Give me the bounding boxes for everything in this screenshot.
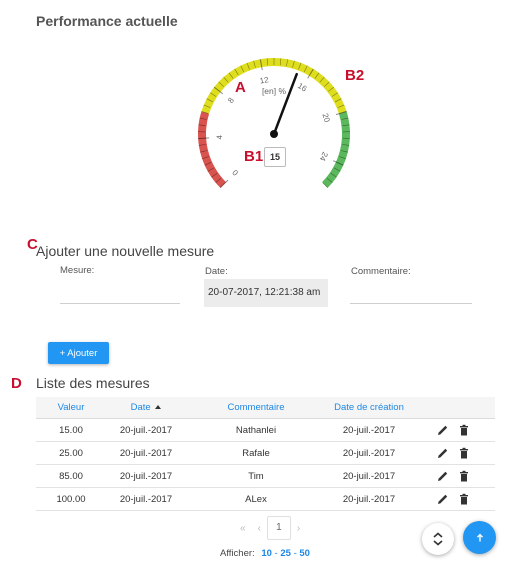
page-size-25[interactable]: 25 <box>280 548 291 559</box>
table-header-row: Valeur Date Commentaire Date de création <box>36 397 495 419</box>
marker-b1: B1 <box>244 148 264 165</box>
cell-date: 20-juil.-2017 <box>106 487 186 511</box>
table-row: 85.00 20-juil.-2017 Tim 20-juil.-2017 <box>36 464 495 488</box>
column-date[interactable]: Date <box>106 397 186 419</box>
scroll-top-button[interactable] <box>463 521 496 554</box>
marker-b2: B2 <box>345 67 365 84</box>
edit-icon[interactable] <box>437 424 449 436</box>
pagination-prev[interactable]: ‹ <box>258 523 261 534</box>
gauge-tick-label: 20 <box>320 112 331 124</box>
cell-actions <box>412 441 495 465</box>
cell-date: 20-juil.-2017 <box>106 418 186 442</box>
commentaire-input[interactable] <box>350 284 472 304</box>
cell-date-creation: 20-juil.-2017 <box>326 464 412 488</box>
page-size-selector: Afficher: 10 - 25 - 50 <box>220 548 310 559</box>
column-date-label: Date <box>130 402 151 413</box>
delete-icon[interactable] <box>458 493 470 505</box>
performance-title: Performance actuelle <box>36 13 178 29</box>
gauge-value-box: 15 <box>264 147 286 167</box>
delete-icon[interactable] <box>458 470 470 482</box>
gauge-tick-label: 24 <box>318 150 330 162</box>
delete-icon[interactable] <box>458 424 470 436</box>
cell-date: 20-juil.-2017 <box>106 464 186 488</box>
cell-actions <box>412 464 495 488</box>
edit-icon[interactable] <box>437 493 449 505</box>
gauge-tick <box>198 137 210 140</box>
marker-a: A <box>235 79 246 96</box>
gauge-ticks <box>198 58 350 189</box>
cell-actions <box>412 487 495 511</box>
cell-actions <box>412 418 495 442</box>
commentaire-label: Commentaire: <box>351 266 411 277</box>
cell-valeur: 85.00 <box>36 464 106 488</box>
chevron-up-down-icon <box>433 532 443 546</box>
cell-date-creation: 20-juil.-2017 <box>326 418 412 442</box>
page-size-50[interactable]: 50 <box>299 548 310 559</box>
gauge-tick-label: 8 <box>226 95 236 104</box>
delete-icon[interactable] <box>458 447 470 459</box>
gauge-needle <box>272 72 298 136</box>
pagination-page-1[interactable]: 1 <box>266 516 291 540</box>
gauge-unit-label: [en] % <box>262 86 287 96</box>
cell-commentaire: Tim <box>186 464 326 488</box>
column-commentaire[interactable]: Commentaire <box>186 397 326 419</box>
gauge-tick-label: 0 <box>230 167 240 177</box>
cell-valeur: 100.00 <box>36 487 106 511</box>
list-title: Liste des mesures <box>36 375 150 391</box>
gauge-zones <box>198 57 350 188</box>
gauge-zone-2 <box>322 111 350 188</box>
pagination: « ‹ 1 › <box>240 516 330 540</box>
form-title: Ajouter une nouvelle mesure <box>36 243 215 259</box>
cell-valeur: 25.00 <box>36 441 106 465</box>
date-label: Date: <box>205 266 228 277</box>
table-row: 25.00 20-juil.-2017 Rafale 20-juil.-2017 <box>36 441 495 465</box>
arrow-up-icon <box>476 533 483 541</box>
cell-commentaire: Rafale <box>186 441 326 465</box>
edit-icon[interactable] <box>437 470 449 482</box>
pagination-next[interactable]: › <box>297 523 300 534</box>
cell-commentaire: Nathanlei <box>186 418 326 442</box>
mesure-label: Mesure: <box>60 265 95 276</box>
edit-icon[interactable] <box>437 447 449 459</box>
table-row: 15.00 20-juil.-2017 Nathanlei 20-juil.-2… <box>36 418 495 442</box>
gauge-tick-label: 16 <box>296 81 309 94</box>
cell-date: 20-juil.-2017 <box>106 441 186 465</box>
column-valeur[interactable]: Valeur <box>36 397 106 419</box>
page-size-separator: - <box>293 548 297 559</box>
gauge-tick-label: 12 <box>259 75 270 86</box>
gauge-value: 15 <box>269 152 280 162</box>
cell-valeur: 15.00 <box>36 418 106 442</box>
cell-date-creation: 20-juil.-2017 <box>326 441 412 465</box>
sort-asc-icon <box>155 405 162 410</box>
gauge-tick-label: 4 <box>215 134 224 140</box>
column-date-creation[interactable]: Date de création <box>326 397 412 419</box>
date-field[interactable]: 20-07-2017, 12:21:38 am <box>204 279 328 307</box>
cell-commentaire: ALex <box>186 487 326 511</box>
mesure-input[interactable] <box>60 284 180 304</box>
measures-table: Valeur Date Commentaire Date de création… <box>36 397 495 511</box>
afficher-label: Afficher: <box>220 548 255 559</box>
gauge-zone-0 <box>198 111 226 188</box>
gauge-needle-hub <box>270 130 278 138</box>
pagination-first[interactable]: « <box>240 523 246 534</box>
marker-d: D <box>11 375 22 392</box>
table-row: 100.00 20-juil.-2017 ALex 20-juil.-2017 <box>36 487 495 511</box>
expand-collapse-button[interactable] <box>422 523 454 555</box>
page-size-separator: - <box>274 548 278 559</box>
page-size-10[interactable]: 10 <box>261 548 272 559</box>
add-button[interactable]: + Ajouter <box>48 342 109 364</box>
cell-date-creation: 20-juil.-2017 <box>326 487 412 511</box>
column-actions <box>412 397 495 419</box>
